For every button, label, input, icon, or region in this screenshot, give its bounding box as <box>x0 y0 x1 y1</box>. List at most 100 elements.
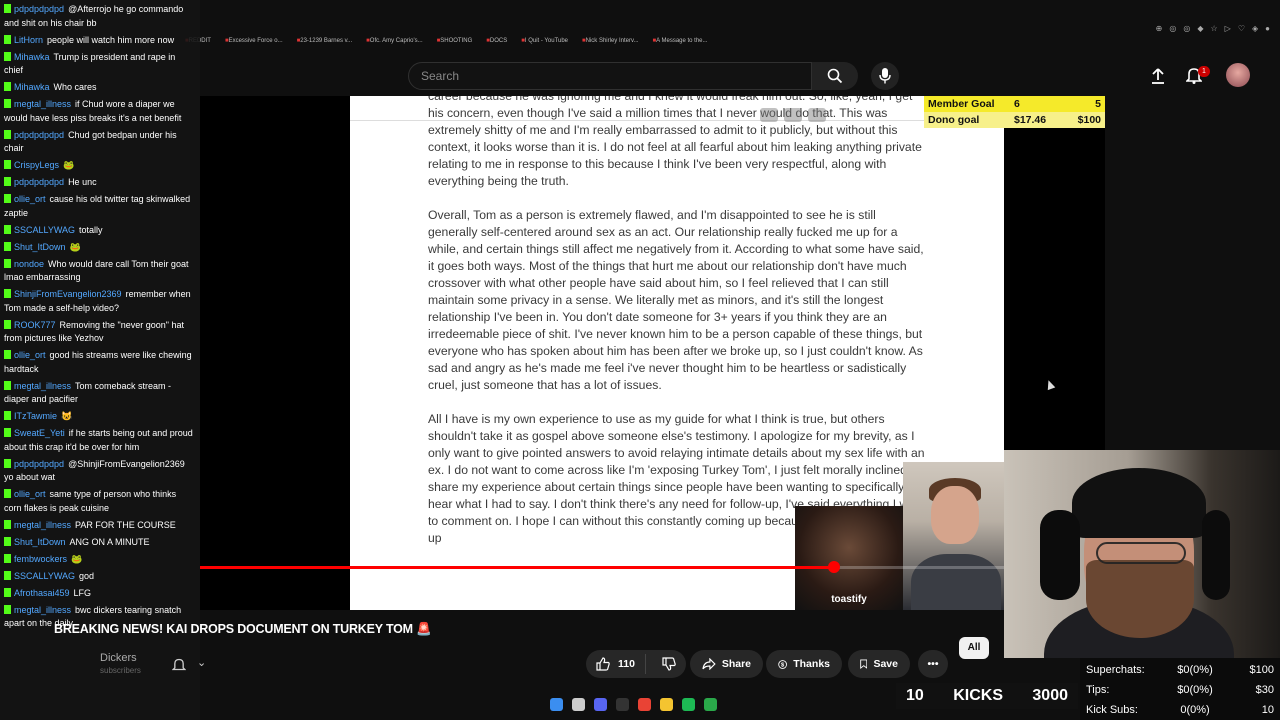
chat-text: 🐸 <box>63 160 75 170</box>
bookmark[interactable]: Excessive Force o... <box>225 38 283 44</box>
chat-username[interactable]: Shut_ItDown <box>14 537 66 547</box>
more-actions-button[interactable]: ••• <box>918 650 948 678</box>
dislike-button[interactable] <box>652 657 686 671</box>
chevron-down-icon[interactable]: ⌄ <box>197 656 206 669</box>
like-button[interactable]: 110 <box>586 654 646 674</box>
chat-username[interactable]: megtal_illness <box>14 99 71 109</box>
stat-row-kick-subs: Kick Subs: 0(0%) 10 <box>1086 700 1274 720</box>
dono-goal-row: Dono goal $17.46 $100 <box>924 112 1105 128</box>
discord-icon[interactable] <box>594 698 607 711</box>
kick-badge-icon <box>4 241 11 251</box>
chat-username[interactable]: Shut_ItDown <box>14 242 66 252</box>
member-goal-target: 5 <box>1095 98 1101 110</box>
puzzle-icon[interactable]: ◈ <box>1252 24 1258 33</box>
chat-username[interactable]: Mihawka <box>14 52 50 62</box>
chat-username[interactable]: pdpdpdpdpd <box>14 4 64 14</box>
profile-icon[interactable]: ● <box>1265 24 1270 33</box>
thanks-button[interactable]: $ Thanks <box>766 650 842 678</box>
save-button[interactable]: Save <box>848 650 910 678</box>
windows-icon[interactable] <box>550 698 563 711</box>
kick-badge-icon <box>4 51 11 61</box>
video-player[interactable]: career because he was ignoring me and I … <box>200 96 1105 610</box>
kicks-overlay: 10 KICKS 3000 <box>896 683 1078 709</box>
chrome-icon[interactable] <box>638 698 651 711</box>
account-avatar[interactable] <box>1226 63 1250 87</box>
taskbar <box>550 698 717 711</box>
chat-username[interactable]: LitHorn <box>14 35 43 45</box>
chat-text: Who cares <box>53 82 97 92</box>
heart-icon[interactable]: ♡ <box>1238 24 1245 33</box>
chat-username[interactable]: pdpdpdpdpd <box>14 177 64 187</box>
upload-button[interactable] <box>1150 67 1166 85</box>
folder-icon[interactable] <box>660 698 673 711</box>
thumbs-down-icon <box>662 657 676 671</box>
chat-username[interactable]: SSCALLYWAG <box>14 571 75 581</box>
spotify-icon[interactable] <box>682 698 695 711</box>
chat-message: ollie_ort same type of person who thinks … <box>4 488 196 515</box>
stream-goals: Member Goal 6 5 Dono goal $17.46 $100 <box>924 96 1105 128</box>
chat-username[interactable]: megtal_illness <box>14 605 71 615</box>
thanks-label: Thanks <box>793 658 830 670</box>
dono-goal-label: Dono goal <box>928 114 980 126</box>
chat-message: CrispyLegs 🐸 <box>4 159 196 173</box>
guest-face <box>931 486 979 544</box>
search-icon[interactable] <box>572 698 585 711</box>
bookmark[interactable]: Ofc. Amy Caprio's... <box>366 38 423 44</box>
guest-body <box>911 554 1001 610</box>
app-icon[interactable] <box>704 698 717 711</box>
chat-username[interactable]: ollie_ort <box>14 350 46 360</box>
chat-username[interactable]: nondoe <box>14 259 44 269</box>
subscription-bell-button[interactable] <box>172 657 186 672</box>
share-button[interactable]: Share <box>690 650 763 678</box>
subscriber-count: subscribers <box>100 666 141 675</box>
chat-username[interactable]: megtal_illness <box>14 520 71 530</box>
chat-username[interactable]: SweatE_Yeti <box>14 428 65 438</box>
bookmark[interactable]: DOCS <box>486 38 507 44</box>
chat-username[interactable]: megtal_illness <box>14 381 71 391</box>
chat-username[interactable]: ITzTawmie <box>14 411 57 421</box>
bookmark[interactable]: Nick Shirley Interv... <box>582 38 639 44</box>
bookmark[interactable]: A Message to the... <box>653 38 707 44</box>
chat-username[interactable]: fembwockers <box>14 554 67 564</box>
chat-username[interactable]: SSCALLYWAG <box>14 225 75 235</box>
play-icon[interactable]: ▷ <box>1225 24 1231 33</box>
popout-icon[interactable] <box>760 108 778 122</box>
chat-username[interactable]: ROOK777 <box>14 320 56 330</box>
search-button[interactable] <box>812 62 858 90</box>
kick-badge-icon <box>4 519 11 529</box>
stat-value: $0(0%) <box>1177 684 1213 696</box>
bookmark[interactable]: I Quit - YouTube <box>521 38 568 44</box>
filter-chip-all[interactable]: All <box>959 637 989 659</box>
progress-bar-fill <box>200 566 834 569</box>
channel-name[interactable]: Dickers <box>100 652 137 664</box>
chat-username[interactable]: pdpdpdpdpd <box>14 130 64 140</box>
chat-username[interactable]: Afrothasai459 <box>14 588 70 598</box>
streamer-cap <box>1072 468 1206 538</box>
bookmark[interactable]: 23-1239 Barnes v... <box>297 38 352 44</box>
extension-icon[interactable]: ◎ <box>1169 24 1176 33</box>
progress-scrubber[interactable] <box>827 561 840 573</box>
obs-icon[interactable] <box>616 698 629 711</box>
chat-username[interactable]: CrispyLegs <box>14 160 59 170</box>
zoom-icon[interactable]: ⊕ <box>1156 24 1163 33</box>
kick-badge-icon <box>4 129 11 139</box>
chat-message: megtal_illness Tom comeback stream - diap… <box>4 380 196 407</box>
fullscreen-icon[interactable] <box>784 108 802 122</box>
chat-username[interactable]: ShinjiFromEvangelion2369 <box>14 289 122 299</box>
browser-extension-icons: ⊕ ◎ ◎ ◆ ☆ ▷ ♡ ◈ ● <box>1156 24 1270 33</box>
chat-message: SSCALLYWAG god <box>4 570 196 584</box>
next-icon[interactable] <box>808 108 826 122</box>
shield-icon[interactable]: ◆ <box>1197 24 1203 33</box>
voice-search-button[interactable] <box>871 62 899 90</box>
extension-icon[interactable]: ◎ <box>1183 24 1190 33</box>
bookmark[interactable]: SHOOTING <box>437 38 472 44</box>
chat-username[interactable]: Mihawka <box>14 82 50 92</box>
kick-badge-icon <box>4 160 11 169</box>
chat-username[interactable]: ollie_ort <box>14 194 46 204</box>
star-icon[interactable]: ☆ <box>1211 24 1218 33</box>
stat-row-tips: Tips: $0(0%) $30 <box>1086 680 1274 700</box>
search-input[interactable]: Search <box>408 62 812 90</box>
chat-username[interactable]: ollie_ort <box>14 489 46 499</box>
search-icon <box>827 68 843 84</box>
chat-username[interactable]: pdpdpdpdpd <box>14 459 64 469</box>
